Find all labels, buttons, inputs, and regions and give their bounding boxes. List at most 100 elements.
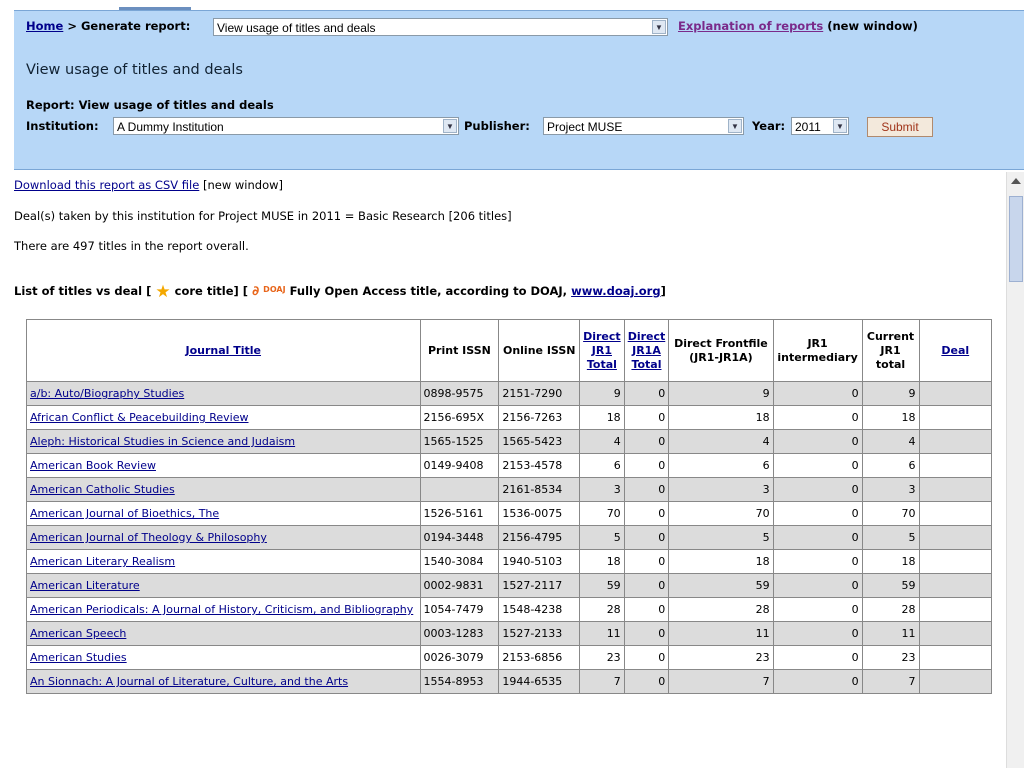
year-select[interactable]: 2011 ▼: [791, 117, 849, 135]
online-issn-cell: 1527-2133: [498, 621, 581, 646]
print-issn-cell: 1565-1525: [419, 429, 500, 454]
star-icon: ★: [155, 282, 171, 302]
report-type-select[interactable]: View usage of titles and deals ▼: [213, 18, 668, 36]
col-direct-jr1[interactable]: Direct JR1 Total: [579, 319, 625, 382]
download-csv-link[interactable]: Download this report as CSV file: [14, 178, 199, 192]
direct-jr1a-cell: 0: [623, 405, 670, 430]
direct-jr1-cell: 4: [579, 429, 625, 454]
direct-jr1-cell: 6: [579, 453, 625, 478]
intermediary-cell: 0: [772, 453, 863, 478]
direct-jr1a-cell: 0: [623, 549, 670, 574]
deal-cell: [918, 549, 993, 574]
journal-title-link[interactable]: a/b: Auto/Biography Studies: [30, 387, 184, 400]
print-issn-cell: 2156-695X: [419, 405, 500, 430]
journal-title-link[interactable]: An Sionnach: A Journal of Literature, Cu…: [30, 675, 348, 688]
vertical-scrollbar[interactable]: [1006, 172, 1024, 768]
journal-title-link[interactable]: American Book Review: [30, 459, 156, 472]
journal-title-link[interactable]: African Conflict & Peacebuilding Review: [30, 411, 249, 424]
deal-cell: [918, 405, 993, 430]
direct-jr1a-cell: 0: [623, 621, 670, 646]
table-row: American Studies 0026-3079 2153-6856 23 0 23 0…: [26, 645, 993, 670]
publisher-label: Publisher:: [464, 119, 530, 133]
chevron-down-icon: ▼: [728, 119, 742, 133]
direct-jr1a-cell: 0: [623, 669, 670, 694]
frontfile-cell: 4: [668, 429, 774, 454]
explanation-link[interactable]: Explanation of reports: [678, 19, 823, 33]
submit-button[interactable]: Submit: [867, 117, 933, 137]
online-issn-cell: 1536-0075: [498, 501, 581, 526]
sort-direct-jr1-link[interactable]: Direct JR1 Total: [583, 330, 621, 371]
print-issn-cell: 1526-5161: [419, 501, 500, 526]
scroll-thumb[interactable]: [1009, 196, 1023, 282]
intermediary-cell: 0: [772, 525, 863, 550]
publisher-select[interactable]: Project MUSE ▼: [543, 117, 744, 135]
journal-title-link[interactable]: American Literary Realism: [30, 555, 175, 568]
journal-title-cell: American Studies: [26, 645, 421, 670]
explanation-suffix: (new window): [827, 19, 918, 33]
journal-title-cell: American Speech: [26, 621, 421, 646]
title-count: There are 497 titles in the report overa…: [14, 239, 249, 253]
journal-title-link[interactable]: American Speech: [30, 627, 126, 640]
current-total-cell: 3: [861, 477, 920, 502]
institution-label: Institution:: [26, 119, 99, 133]
col-journal-title[interactable]: Journal Title: [26, 319, 421, 382]
intermediary-cell: 0: [772, 381, 863, 406]
print-issn-cell: 0026-3079: [419, 645, 500, 670]
col-print-issn: Print ISSN: [419, 319, 500, 382]
frontfile-cell: 9: [668, 381, 774, 406]
table-row: American Periodicals: A Journal of Histo…: [26, 597, 993, 622]
journal-title-link[interactable]: American Literature: [30, 579, 140, 592]
chevron-down-icon: ▼: [833, 119, 847, 133]
current-total-cell: 18: [861, 549, 920, 574]
deal-cell: [918, 573, 993, 598]
sort-deal-link[interactable]: Deal: [941, 344, 969, 357]
scroll-up-icon[interactable]: [1011, 178, 1021, 184]
col-direct-jr1a[interactable]: Direct JR1A Total: [623, 319, 670, 382]
journal-title-link[interactable]: Aleph: Historical Studies in Science and…: [30, 435, 295, 448]
direct-jr1-cell: 11: [579, 621, 625, 646]
report-label: Report:: [26, 98, 75, 112]
journal-title-link[interactable]: American Journal of Theology & Philosoph…: [30, 531, 267, 544]
online-issn-cell: 1940-5103: [498, 549, 581, 574]
journal-title-link[interactable]: American Journal of Bioethics, The: [30, 507, 219, 520]
print-issn-cell: 0002-9831: [419, 573, 500, 598]
print-issn-cell: 1554-8953: [419, 669, 500, 694]
journal-title-cell: American Literature: [26, 573, 421, 598]
intermediary-cell: 0: [772, 501, 863, 526]
institution-select[interactable]: A Dummy Institution ▼: [113, 117, 459, 135]
table-row: American Catholic Studies 2161-8534 3 0 3 0 3: [26, 477, 993, 502]
intermediary-cell: 0: [772, 573, 863, 598]
online-issn-cell: 2151-7290: [498, 381, 581, 406]
journal-title-link[interactable]: American Periodicals: A Journal of Histo…: [30, 603, 413, 616]
online-issn-cell: 1944-6535: [498, 669, 581, 694]
breadcrumb-separator: >: [67, 19, 77, 33]
journal-title-cell: American Literary Realism: [26, 549, 421, 574]
report-line: Report: View usage of titles and deals: [26, 98, 274, 112]
deal-cell: [918, 477, 993, 502]
direct-jr1-cell: 7: [579, 669, 625, 694]
sort-direct-jr1a-link[interactable]: Direct JR1A Total: [628, 330, 666, 371]
online-issn-cell: 1565-5423: [498, 429, 581, 454]
col-deal[interactable]: Deal: [918, 319, 993, 382]
intermediary-cell: 0: [772, 597, 863, 622]
intermediary-cell: 0: [772, 477, 863, 502]
journal-title-link[interactable]: American Catholic Studies: [30, 483, 175, 496]
current-total-cell: 6: [861, 453, 920, 478]
frontfile-cell: 18: [668, 549, 774, 574]
sort-journal-title-link[interactable]: Journal Title: [185, 344, 261, 357]
report-value: View usage of titles and deals: [78, 98, 274, 112]
table-row: American Literary Realism 1540-3084 1940-5…: [26, 549, 993, 574]
online-issn-cell: 2153-6856: [498, 645, 581, 670]
table-header-row: Journal Title Print ISSN Online ISSN Dir…: [26, 319, 993, 382]
online-issn-cell: 2161-8534: [498, 477, 581, 502]
online-issn-cell: 2156-7263: [498, 405, 581, 430]
table-row: American Literature 0002-9831 1527-2117 59 0…: [26, 573, 993, 598]
download-suffix: [new window]: [202, 178, 283, 192]
journal-title-cell: African Conflict & Peacebuilding Review: [26, 405, 421, 430]
journal-title-cell: a/b: Auto/Biography Studies: [26, 381, 421, 406]
intermediary-cell: 0: [772, 669, 863, 694]
doaj-link[interactable]: www.doaj.org: [571, 284, 661, 298]
frontfile-cell: 18: [668, 405, 774, 430]
home-link[interactable]: Home: [26, 19, 63, 33]
journal-title-link[interactable]: American Studies: [30, 651, 127, 664]
